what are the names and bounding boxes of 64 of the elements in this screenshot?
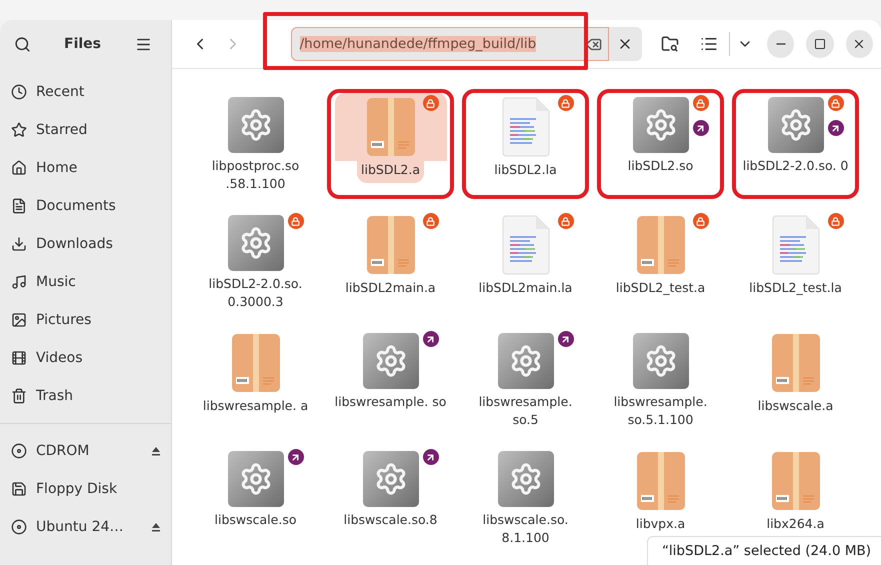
location-field[interactable]: /home/hunandede/ffmpeg_build/lib	[290, 27, 609, 61]
sidebar-item[interactable]: Videos	[0, 339, 171, 377]
sidebar-item[interactable]: Pictures	[0, 301, 171, 339]
sidebar-item[interactable]: Trash	[0, 377, 171, 415]
recent-icon	[11, 84, 27, 100]
sidebar-item[interactable]: Recent	[0, 73, 171, 111]
maximize-icon[interactable]	[814, 38, 826, 50]
close-button[interactable]	[846, 30, 873, 58]
app-title: Files	[64, 36, 101, 52]
file-item[interactable]: libswscale.a	[728, 327, 863, 445]
package-icon	[366, 97, 416, 157]
file-item[interactable]: libswscale.so.8	[323, 445, 458, 563]
disc-icon	[11, 519, 27, 535]
file-item[interactable]: libswresample. so.5	[458, 327, 593, 445]
package-icon	[636, 451, 686, 511]
sidebar-item[interactable]: Downloads	[0, 225, 171, 263]
package-icon	[230, 333, 280, 393]
close-location-button[interactable]	[608, 27, 642, 61]
sidebar-item[interactable]: Ubuntu 24…	[0, 508, 171, 546]
eject-icon[interactable]	[151, 522, 161, 532]
file-item[interactable]: libpostproc.so .58.1.100	[188, 91, 323, 209]
file-item[interactable]: libSDL2main.a	[323, 209, 458, 327]
package-icon	[770, 333, 820, 393]
file-item[interactable]: libSDL2-2.0.so. 0.3000.3	[188, 209, 323, 327]
sidebar-item[interactable]: Floppy Disk	[0, 470, 171, 508]
disc-icon	[11, 443, 27, 459]
selection-status-toast: “libSDL2.a” selected (24.0 MB)	[646, 536, 881, 565]
floppy-icon	[11, 481, 27, 497]
text-document-icon	[500, 97, 550, 157]
videos-icon	[11, 350, 27, 366]
sidebar-item[interactable]: Home	[0, 149, 171, 187]
file-item[interactable]: libSDL2main.la	[458, 209, 593, 327]
file-item[interactable]: libSDL2_test.a	[593, 209, 728, 327]
file-item[interactable]: libswresample. so	[323, 327, 458, 445]
sidebar-item[interactable]: Documents	[0, 187, 171, 225]
file-item[interactable]: libswresample. so.5.1.100	[593, 327, 728, 445]
documents-icon	[11, 198, 27, 214]
text-document-icon	[500, 215, 550, 275]
package-icon	[636, 215, 686, 275]
sidebar-item[interactable]: Starred	[0, 111, 171, 149]
file-item[interactable]: libSDL2.la	[458, 91, 593, 209]
folder-search-icon[interactable]	[660, 35, 679, 53]
file-item[interactable]: libswresample. a	[188, 327, 323, 445]
downloads-icon	[11, 236, 27, 252]
package-icon	[366, 215, 416, 275]
text-document-icon	[770, 215, 820, 275]
list-icon[interactable]	[700, 35, 718, 53]
starred-icon	[11, 122, 27, 138]
file-item[interactable]: libSDL2_test.la	[728, 209, 863, 327]
trash-icon	[11, 388, 27, 404]
file-item[interactable]: libSDL2.so	[593, 91, 728, 209]
maximize-button[interactable]	[806, 30, 834, 58]
eject-icon[interactable]	[151, 446, 161, 456]
file-item[interactable]: libSDL2.a	[323, 91, 458, 209]
file-item[interactable]: libSDL2-2.0.so. 0	[728, 91, 863, 209]
music-icon	[11, 274, 27, 290]
home-icon	[11, 160, 27, 176]
file-item[interactable]: libswscale.so	[188, 445, 323, 563]
search-icon[interactable]	[14, 36, 30, 52]
pictures-icon	[11, 312, 27, 328]
sidebar-item[interactable]: CDROM	[0, 432, 171, 470]
package-icon	[770, 451, 820, 511]
sidebar-item[interactable]: Music	[0, 263, 171, 301]
file-item[interactable]: libswscale.so. 8.1.100	[458, 445, 593, 563]
